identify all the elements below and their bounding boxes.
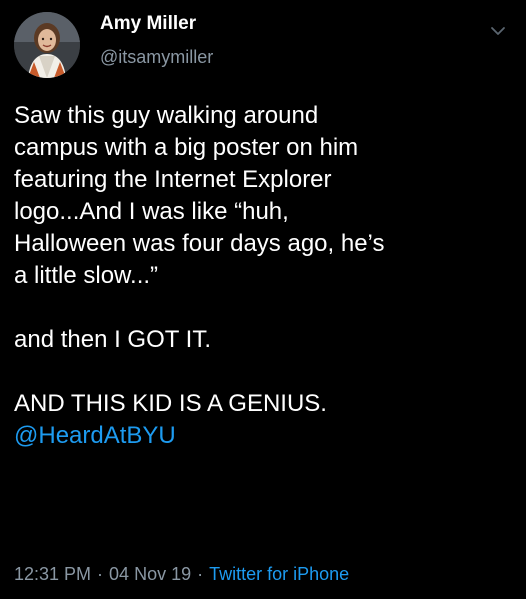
tweet-source-link[interactable]: Twitter for iPhone: [209, 564, 349, 584]
tweet-card: Amy Miller @itsamymiller Saw this guy wa…: [0, 0, 526, 599]
tweet-line: featuring the Internet Explorer: [14, 166, 332, 193]
meta-separator: ·: [197, 564, 204, 584]
tweet-date[interactable]: 04 Nov 19: [109, 564, 191, 584]
mention-link[interactable]: @HeardAtBYU: [14, 420, 514, 452]
tweet-line: Halloween was four days ago, he’s: [14, 230, 385, 257]
tweet-line: and then I GOT IT.: [14, 326, 211, 353]
tweet-line: AND THIS KID IS A GENIUS.: [14, 390, 327, 417]
user-handle[interactable]: @itsamymiller: [100, 44, 213, 70]
display-name[interactable]: Amy Miller: [100, 12, 213, 36]
tweet-meta: 12:31 PM · 04 Nov 19 · Twitter for iPhone: [14, 562, 349, 586]
profile-photo-icon: [14, 12, 80, 78]
tweet-line: Saw this guy walking around: [14, 102, 319, 129]
chevron-down-icon[interactable]: [490, 24, 506, 36]
meta-separator: ·: [97, 564, 104, 584]
tweet-line: campus with a big poster on him: [14, 134, 359, 161]
avatar[interactable]: [14, 12, 80, 78]
tweet-line: logo...And I was like “huh,: [14, 198, 289, 225]
author-names: Amy Miller @itsamymiller: [100, 12, 213, 70]
tweet-text: Saw this guy walking around campus with …: [14, 100, 514, 452]
tweet-time[interactable]: 12:31 PM: [14, 564, 91, 584]
tweet-line: a little slow...”: [14, 262, 159, 289]
tweet-header: Amy Miller @itsamymiller: [14, 10, 514, 80]
